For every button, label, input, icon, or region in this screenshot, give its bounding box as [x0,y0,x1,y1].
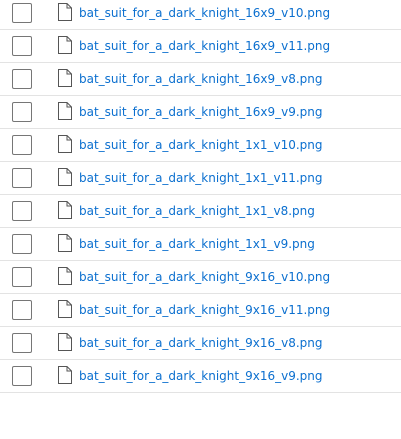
file-icon [58,267,72,285]
file-row: bat_suit_for_a_dark_knight_1x1_v9.png [0,228,401,261]
file-name-link[interactable]: bat_suit_for_a_dark_knight_1x1_v11.png [79,170,323,186]
file-icon [58,135,72,153]
row-checkbox[interactable] [12,333,32,353]
row-checkbox[interactable] [12,267,32,287]
file-name-link[interactable]: bat_suit_for_a_dark_knight_9x16_v11.png [79,302,330,318]
file-row: bat_suit_for_a_dark_knight_9x16_v9.png [0,360,401,393]
row-checkbox[interactable] [12,36,32,56]
file-name-link[interactable]: bat_suit_for_a_dark_knight_16x9_v9.png [79,104,323,120]
file-row: bat_suit_for_a_dark_knight_16x9_v9.png [0,96,401,129]
file-icon [58,234,72,252]
file-icon [58,300,72,318]
row-checkbox[interactable] [12,201,32,221]
file-row: bat_suit_for_a_dark_knight_9x16_v11.png [0,294,401,327]
file-icon [58,333,72,351]
file-row: bat_suit_for_a_dark_knight_1x1_v8.png [0,195,401,228]
file-name-link[interactable]: bat_suit_for_a_dark_knight_16x9_v11.png [79,38,330,54]
file-icon [58,168,72,186]
file-name-link[interactable]: bat_suit_for_a_dark_knight_16x9_v10.png [79,5,330,21]
row-checkbox[interactable] [12,69,32,89]
file-icon [58,3,72,21]
file-name-link[interactable]: bat_suit_for_a_dark_knight_1x1_v9.png [79,236,315,252]
row-checkbox[interactable] [12,366,32,386]
file-row: bat_suit_for_a_dark_knight_16x9_v8.png [0,63,401,96]
file-icon [58,36,72,54]
file-name-link[interactable]: bat_suit_for_a_dark_knight_9x16_v9.png [79,368,323,384]
row-checkbox[interactable] [12,168,32,188]
row-checkbox[interactable] [12,135,32,155]
file-row: bat_suit_for_a_dark_knight_16x9_v10.png [0,0,401,30]
file-icon [58,201,72,219]
file-icon [58,102,72,120]
file-name-link[interactable]: bat_suit_for_a_dark_knight_9x16_v8.png [79,335,323,351]
row-checkbox[interactable] [12,300,32,320]
file-name-link[interactable]: bat_suit_for_a_dark_knight_16x9_v8.png [79,71,323,87]
row-checkbox[interactable] [12,3,32,23]
file-row: bat_suit_for_a_dark_knight_16x9_v11.png [0,30,401,63]
file-name-link[interactable]: bat_suit_for_a_dark_knight_1x1_v10.png [79,137,323,153]
file-row: bat_suit_for_a_dark_knight_1x1_v10.png [0,129,401,162]
file-icon [58,69,72,87]
file-row: bat_suit_for_a_dark_knight_9x16_v8.png [0,327,401,360]
file-row: bat_suit_for_a_dark_knight_1x1_v11.png [0,162,401,195]
file-name-link[interactable]: bat_suit_for_a_dark_knight_1x1_v8.png [79,203,315,219]
file-name-link[interactable]: bat_suit_for_a_dark_knight_9x16_v10.png [79,269,330,285]
file-list: bat_suit_for_a_dark_knight_16x9_v10.png … [0,0,401,393]
row-checkbox[interactable] [12,102,32,122]
row-checkbox[interactable] [12,234,32,254]
file-row: bat_suit_for_a_dark_knight_9x16_v10.png [0,261,401,294]
file-icon [58,366,72,384]
